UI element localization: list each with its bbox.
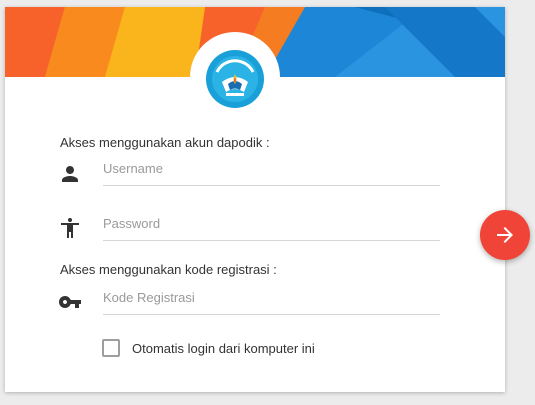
login-card: Akses menggunakan akun dapodik : Akses m… [5, 7, 505, 392]
registration-code-field [103, 284, 440, 315]
remember-login-label: Otomatis login dari komputer ini [132, 341, 315, 356]
login-submit-button[interactable] [480, 210, 530, 260]
username-field [103, 155, 440, 186]
registration-access-label: Akses menggunakan kode registrasi : [60, 262, 277, 277]
remember-login-checkbox[interactable] [102, 339, 120, 357]
dapodik-access-label: Akses menggunakan akun dapodik : [60, 135, 270, 150]
password-input[interactable] [103, 210, 440, 236]
password-field [103, 210, 440, 241]
logo-badge [190, 32, 280, 122]
arrow-right-icon [497, 227, 513, 243]
accessibility-icon [61, 218, 79, 238]
tut-wuri-handayani-logo-icon [206, 50, 264, 108]
key-icon [59, 296, 81, 308]
person-icon [62, 166, 78, 182]
registration-code-input[interactable] [103, 284, 440, 310]
username-input[interactable] [103, 155, 440, 181]
